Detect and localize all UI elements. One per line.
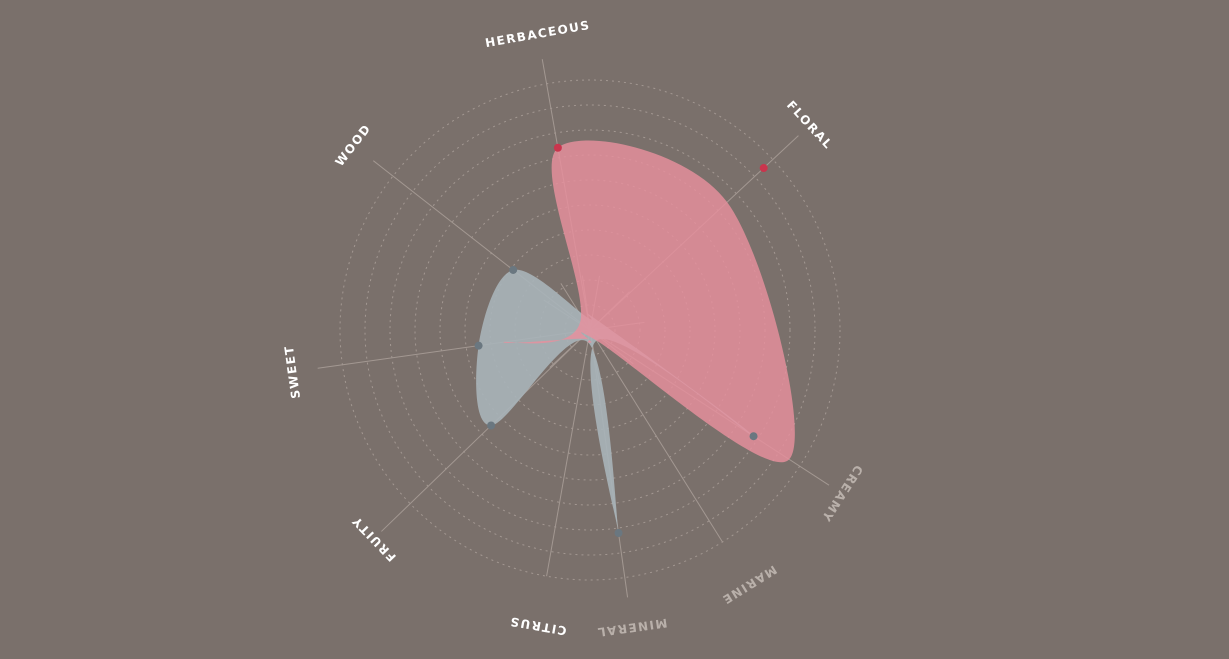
radar-marker-s1-4	[614, 529, 623, 538]
axis-label-sweet: SWEET	[282, 344, 303, 399]
axis-label-mineral: MINERAL	[596, 616, 669, 640]
axis-label-wood: WOOD	[332, 121, 374, 169]
axis-label-herbaceous: HERBACEOUS	[484, 18, 591, 50]
axis-label-creamy: CREAMY	[818, 463, 865, 525]
radar-series-shapes	[476, 140, 795, 534]
axis-label-citrus: CITRUS	[508, 614, 568, 638]
radar-marker-s1-6	[487, 421, 496, 430]
radar-marker-s1-2	[749, 432, 758, 441]
axis-label-marine: MARINE	[719, 562, 779, 607]
axis-label-fruity: FRUITY	[349, 513, 399, 564]
radar-marker-s1-8	[509, 265, 518, 274]
axis-label-floral: FLORAL	[784, 98, 836, 152]
radar-marker-s0-0	[553, 143, 562, 152]
radar-marker-s1-7	[474, 341, 483, 350]
radar-marker-s0-1	[759, 164, 768, 173]
radar-chart: HERBACEOUS FLORAL CREAMY MARINE MINERAL CITRU…	[282, 18, 866, 640]
